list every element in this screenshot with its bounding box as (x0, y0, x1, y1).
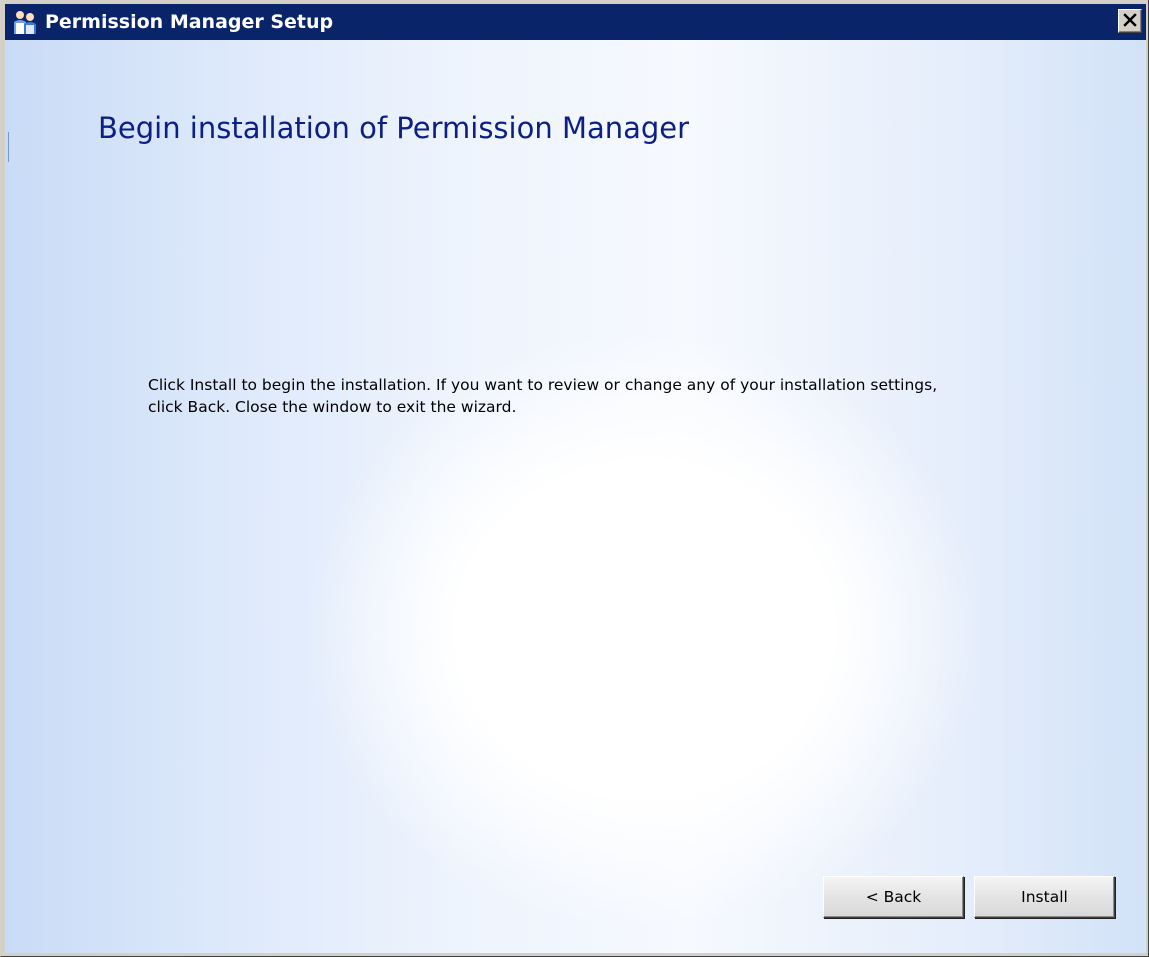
close-button[interactable] (1118, 9, 1142, 33)
page-heading: Begin installation of Permission Manager (98, 111, 690, 145)
window-title: Permission Manager Setup (45, 11, 334, 33)
wizard-page: Begin installation of Permission Manager… (5, 40, 1146, 953)
title-bar[interactable]: Permission Manager Setup (5, 4, 1146, 40)
back-button[interactable]: < Back (823, 876, 964, 918)
install-button[interactable]: Install (974, 876, 1115, 918)
instructions-line-2: click Back. Close the window to exit the… (148, 398, 517, 416)
instructions-text: Click Install to begin the installation.… (148, 374, 1128, 418)
edge-divider (8, 132, 9, 162)
close-icon (1123, 12, 1137, 31)
people-icon (12, 9, 38, 35)
setup-window: Permission Manager Setup Begin installat… (0, 0, 1149, 957)
instructions-line-1: Click Install to begin the installation.… (148, 376, 938, 394)
